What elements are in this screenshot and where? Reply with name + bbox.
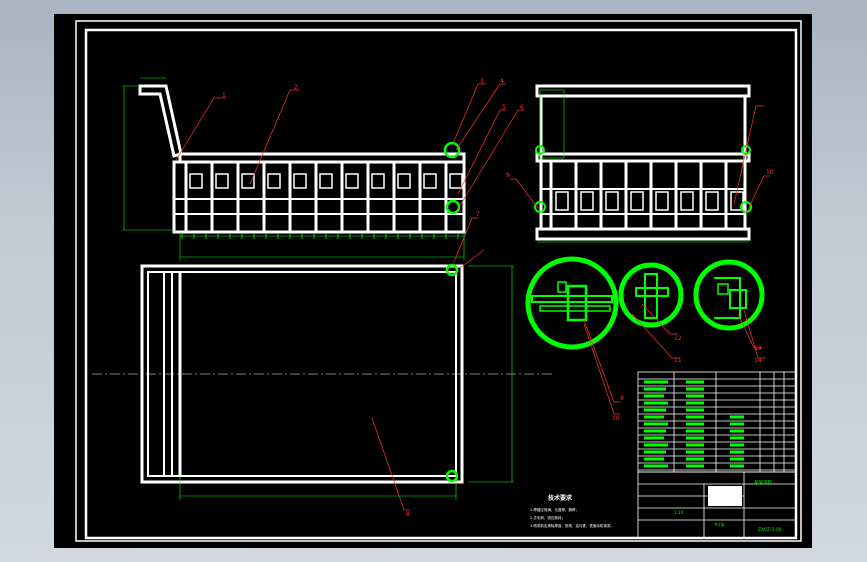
parts-cell-mark (686, 464, 704, 468)
side-slot (555, 191, 569, 211)
parts-cell-mark (730, 443, 744, 447)
balloon-4: 4 (500, 78, 504, 85)
front-slot (345, 173, 359, 189)
parts-cell-mark (644, 387, 666, 391)
balloon-1: 1 (222, 92, 226, 99)
balloon-8: 8 (406, 511, 410, 518)
parts-cell-mark (686, 415, 704, 419)
company-name: 某某学院 (754, 479, 772, 486)
balloon-11: 11 (674, 357, 682, 364)
parts-cell-mark (644, 436, 664, 440)
front-slot (371, 173, 385, 189)
parts-cell-mark (644, 394, 664, 398)
sloped-side (138, 84, 183, 158)
front-slot (267, 173, 281, 189)
parts-cell-mark (644, 380, 668, 384)
side-slot (705, 191, 719, 211)
parts-cell-mark (730, 450, 744, 454)
balloon-6: 6 (520, 104, 524, 111)
drawing-number: ZXGT-2-00 (758, 527, 782, 533)
balloon-2: 2 (294, 84, 298, 91)
tech-item-3: 3.喷漆前应清除焊渣、铁锈、油污等，表面涂防锈漆。 (530, 523, 614, 528)
parts-cell-mark (686, 429, 704, 433)
parts-cell-mark (644, 464, 668, 468)
front-view (138, 84, 466, 234)
parts-cell-mark (730, 464, 744, 468)
front-slot (319, 173, 333, 189)
front-posts (184, 162, 463, 232)
balloon-14: 14 (754, 357, 762, 364)
front-slot (397, 173, 411, 189)
parts-cell-mark (686, 408, 704, 412)
parts-cell-mark (644, 443, 668, 447)
balloon-10-side: 10 (766, 169, 774, 176)
parts-list-green (644, 380, 744, 468)
parts-cell-mark (686, 422, 704, 426)
detail-view-2 (618, 262, 684, 328)
parts-cell-mark (644, 401, 668, 405)
side-slot (630, 191, 644, 211)
parts-cell-mark (686, 436, 704, 440)
parts-cell-mark (730, 429, 744, 433)
parts-cell-mark (686, 443, 704, 447)
parts-cell-mark (644, 408, 666, 412)
parts-cell-mark (730, 436, 744, 440)
balloon-10: 10 (612, 415, 620, 422)
parts-cell-mark (730, 457, 744, 461)
parts-cell-mark (730, 422, 744, 426)
front-slot (189, 173, 203, 189)
front-slot (423, 173, 437, 189)
parts-cell-mark (686, 387, 704, 391)
parts-cell-mark (644, 415, 664, 419)
front-slot (241, 173, 255, 189)
balloon-13: 13 (754, 345, 762, 352)
inner-border (84, 28, 798, 540)
side-slot (680, 191, 694, 211)
top-dimensions (179, 263, 514, 500)
sheet-count: 共1张 (714, 521, 725, 527)
balloon-5: 5 (502, 104, 506, 111)
front-slot (293, 173, 307, 189)
balloon-7: 7 (476, 211, 480, 218)
parts-cell-mark (686, 401, 704, 405)
parts-cell-mark (686, 394, 704, 398)
detail-circle-mid (445, 199, 461, 215)
side-dimensions (534, 89, 752, 243)
side-slot (605, 191, 619, 211)
assembly-drawing: 1 2 3 4 5 6 7 8 9 10 11 12 13 14 9 10 技术… (75, 20, 802, 542)
parts-cell-mark (686, 457, 704, 461)
tech-requirements: 技术要求 1.焊缝应饱满，无虚焊、漏焊； 2.去毛刺，锐边倒钝； 3.喷漆前应清… (530, 494, 614, 528)
balloon-9: 9 (620, 395, 624, 402)
side-slot (655, 191, 669, 211)
parts-cell-mark (644, 429, 666, 433)
parts-cell-mark (644, 450, 666, 454)
tech-item-1: 1.焊缝应饱满，无虚焊、漏焊； (530, 507, 579, 512)
balloon-9-side: 9 (506, 172, 510, 179)
balloon-12: 12 (674, 335, 682, 342)
balloon-3: 3 (480, 78, 484, 85)
parts-cell-mark (644, 422, 668, 426)
parts-cell-mark (644, 457, 664, 461)
parts-list (637, 371, 797, 473)
side-slot (580, 191, 594, 211)
detail-view-1 (525, 256, 619, 350)
side-view (535, 84, 751, 241)
parts-cell-mark (686, 380, 704, 384)
cad-viewport[interactable]: 1 2 3 4 5 6 7 8 9 10 11 12 13 14 9 10 技术… (54, 14, 812, 548)
parts-cell-mark (730, 415, 744, 419)
drawing-scale: 1:10 (674, 510, 683, 515)
front-slot (449, 173, 463, 189)
tech-item-2: 2.去毛刺，锐边倒钝； (530, 515, 565, 520)
front-slot (215, 173, 229, 189)
tech-title: 技术要求 (548, 494, 573, 502)
detail-view-3 (693, 259, 765, 331)
parts-cell-mark (686, 450, 704, 454)
